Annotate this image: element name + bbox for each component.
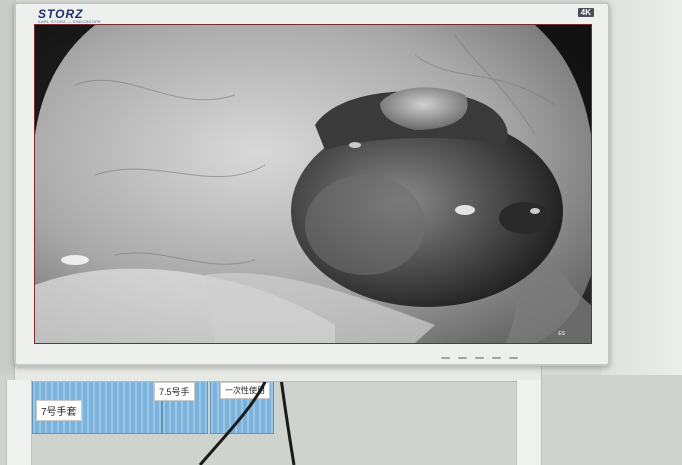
bin-label-left: 7号手套 bbox=[36, 400, 82, 421]
power-cable bbox=[198, 370, 296, 465]
monitor-stand-bar bbox=[14, 364, 542, 382]
bin-label-middle: 7.5号手 bbox=[154, 382, 195, 401]
stand-post-right bbox=[516, 380, 542, 465]
camera-corner-mark: ES bbox=[558, 331, 565, 337]
stand-post-left bbox=[6, 380, 32, 465]
endoscopic-video-feed: ES bbox=[34, 24, 592, 344]
monitor-control-button[interactable] bbox=[441, 357, 450, 359]
monitor-control-buttons bbox=[441, 357, 518, 359]
monitor-control-button[interactable] bbox=[458, 357, 467, 359]
monitor-control-button[interactable] bbox=[475, 357, 484, 359]
monitor-control-button[interactable] bbox=[492, 357, 501, 359]
surgical-monitor: STORZ KARL STORZ — ENDOSKOPE 4K ES bbox=[14, 2, 610, 366]
monitor-control-button[interactable] bbox=[509, 357, 518, 359]
resolution-badge: 4K bbox=[577, 8, 594, 17]
